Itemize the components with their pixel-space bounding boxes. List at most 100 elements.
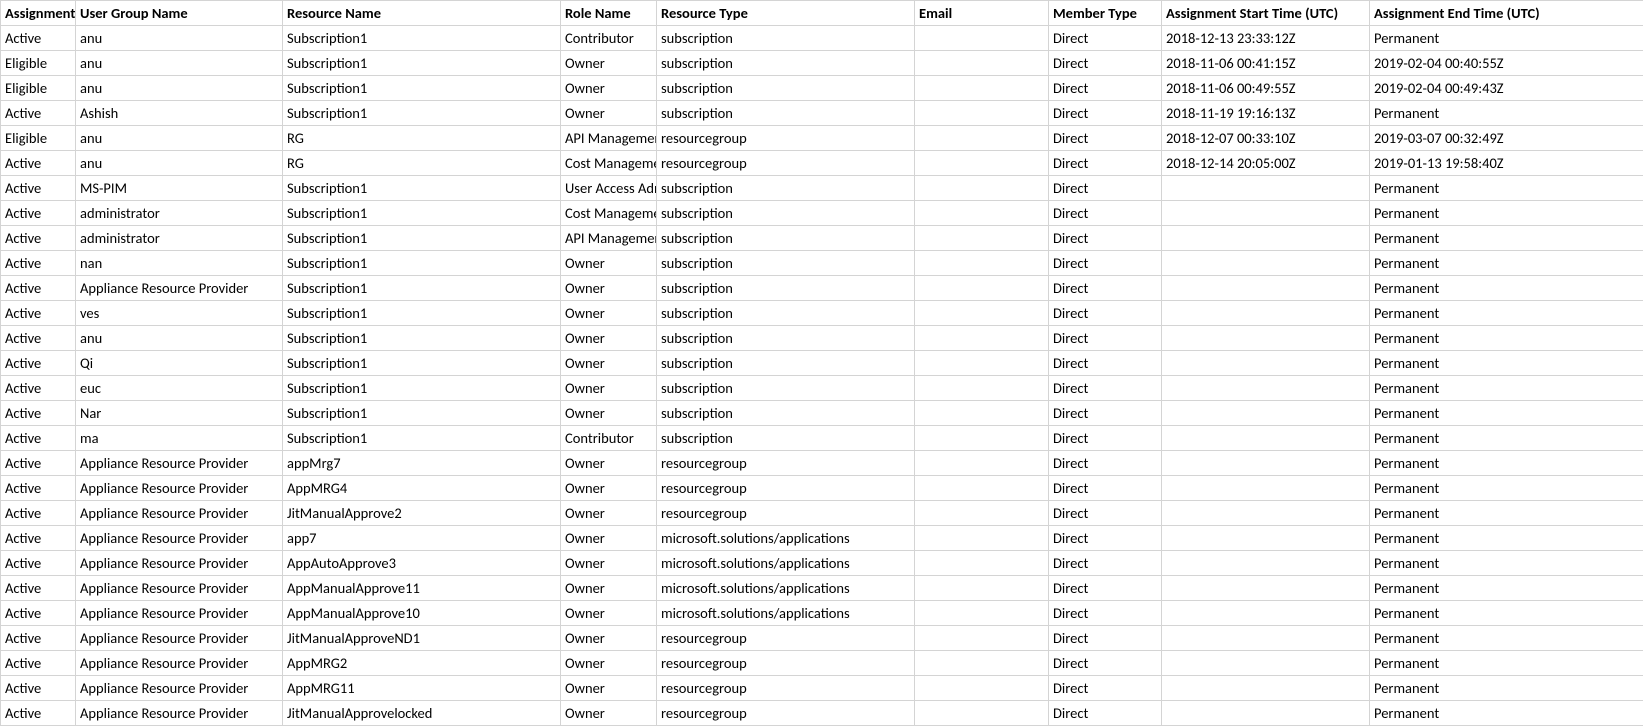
- cell-assignment[interactable]: Active: [1, 326, 76, 351]
- cell-resource-type[interactable]: subscription: [657, 251, 915, 276]
- cell-start-time[interactable]: [1162, 326, 1370, 351]
- col-resource-type[interactable]: Resource Type: [657, 1, 915, 26]
- cell-resource-type[interactable]: subscription: [657, 301, 915, 326]
- cell-end-time[interactable]: Permanent: [1370, 576, 1643, 601]
- cell-email[interactable]: [915, 201, 1049, 226]
- cell-email[interactable]: [915, 501, 1049, 526]
- cell-start-time[interactable]: [1162, 351, 1370, 376]
- table-row[interactable]: ActiveAppliance Resource ProviderAppMRG1…: [1, 676, 1643, 701]
- cell-role-name[interactable]: Owner: [561, 351, 657, 376]
- cell-resource-name[interactable]: Subscription1: [283, 401, 561, 426]
- cell-user-group-name[interactable]: Appliance Resource Provider: [76, 526, 283, 551]
- cell-end-time[interactable]: 2019-03-07 00:32:49Z: [1370, 126, 1643, 151]
- cell-assignment[interactable]: Active: [1, 251, 76, 276]
- cell-user-group-name[interactable]: Appliance Resource Provider: [76, 551, 283, 576]
- cell-end-time[interactable]: Permanent: [1370, 301, 1643, 326]
- table-row[interactable]: ActiveAppliance Resource ProviderSubscri…: [1, 276, 1643, 301]
- cell-end-time[interactable]: Permanent: [1370, 176, 1643, 201]
- cell-member-type[interactable]: Direct: [1049, 151, 1162, 176]
- cell-end-time[interactable]: Permanent: [1370, 276, 1643, 301]
- cell-start-time[interactable]: 2018-11-06 00:49:55Z: [1162, 76, 1370, 101]
- cell-start-time[interactable]: [1162, 401, 1370, 426]
- cell-role-name[interactable]: Contributor: [561, 426, 657, 451]
- cell-member-type[interactable]: Direct: [1049, 576, 1162, 601]
- cell-resource-name[interactable]: RG: [283, 126, 561, 151]
- cell-assignment[interactable]: Active: [1, 176, 76, 201]
- cell-resource-type[interactable]: resourcegroup: [657, 651, 915, 676]
- table-row[interactable]: ActiveanuRGCost ManagementresourcegroupD…: [1, 151, 1643, 176]
- cell-assignment[interactable]: Active: [1, 301, 76, 326]
- cell-role-name[interactable]: Owner: [561, 76, 657, 101]
- cell-member-type[interactable]: Direct: [1049, 401, 1162, 426]
- cell-assignment[interactable]: Active: [1, 426, 76, 451]
- cell-user-group-name[interactable]: anu: [76, 76, 283, 101]
- cell-member-type[interactable]: Direct: [1049, 101, 1162, 126]
- cell-assignment[interactable]: Eligible: [1, 76, 76, 101]
- cell-assignment[interactable]: Active: [1, 401, 76, 426]
- cell-end-time[interactable]: Permanent: [1370, 451, 1643, 476]
- table-row[interactable]: ActiveadministratorSubscription1API Mana…: [1, 226, 1643, 251]
- cell-user-group-name[interactable]: euc: [76, 376, 283, 401]
- table-row[interactable]: ActiveAppliance Resource Providerapp7Own…: [1, 526, 1643, 551]
- cell-resource-name[interactable]: Subscription1: [283, 176, 561, 201]
- col-user-group-name[interactable]: User Group Name: [76, 1, 283, 26]
- cell-user-group-name[interactable]: Appliance Resource Provider: [76, 476, 283, 501]
- cell-assignment[interactable]: Active: [1, 151, 76, 176]
- cell-role-name[interactable]: Owner: [561, 551, 657, 576]
- cell-email[interactable]: [915, 26, 1049, 51]
- cell-assignment[interactable]: Active: [1, 576, 76, 601]
- cell-resource-name[interactable]: AppAutoApprove3: [283, 551, 561, 576]
- cell-member-type[interactable]: Direct: [1049, 426, 1162, 451]
- cell-start-time[interactable]: [1162, 651, 1370, 676]
- table-row[interactable]: ActivemaSubscription1Contributorsubscrip…: [1, 426, 1643, 451]
- cell-role-name[interactable]: Owner: [561, 326, 657, 351]
- cell-resource-type[interactable]: subscription: [657, 426, 915, 451]
- cell-start-time[interactable]: [1162, 626, 1370, 651]
- cell-start-time[interactable]: [1162, 476, 1370, 501]
- cell-role-name[interactable]: Owner: [561, 51, 657, 76]
- cell-end-time[interactable]: Permanent: [1370, 501, 1643, 526]
- cell-assignment[interactable]: Active: [1, 501, 76, 526]
- cell-resource-type[interactable]: resourcegroup: [657, 701, 915, 726]
- cell-email[interactable]: [915, 651, 1049, 676]
- cell-user-group-name[interactable]: nan: [76, 251, 283, 276]
- cell-start-time[interactable]: [1162, 376, 1370, 401]
- cell-member-type[interactable]: Direct: [1049, 201, 1162, 226]
- cell-end-time[interactable]: 2019-01-13 19:58:40Z: [1370, 151, 1643, 176]
- cell-start-time[interactable]: 2018-12-14 20:05:00Z: [1162, 151, 1370, 176]
- cell-email[interactable]: [915, 276, 1049, 301]
- cell-user-group-name[interactable]: Ashish: [76, 101, 283, 126]
- cell-resource-name[interactable]: Subscription1: [283, 51, 561, 76]
- table-row[interactable]: EligibleanuSubscription1Ownersubscriptio…: [1, 51, 1643, 76]
- col-role-name[interactable]: Role Name: [561, 1, 657, 26]
- cell-email[interactable]: [915, 676, 1049, 701]
- cell-role-name[interactable]: API Management: [561, 126, 657, 151]
- cell-end-time[interactable]: Permanent: [1370, 701, 1643, 726]
- cell-end-time[interactable]: Permanent: [1370, 651, 1643, 676]
- cell-start-time[interactable]: [1162, 251, 1370, 276]
- cell-user-group-name[interactable]: Appliance Resource Provider: [76, 626, 283, 651]
- cell-resource-type[interactable]: subscription: [657, 76, 915, 101]
- col-resource-name[interactable]: Resource Name: [283, 1, 561, 26]
- cell-member-type[interactable]: Direct: [1049, 226, 1162, 251]
- table-row[interactable]: ActiveAppliance Resource ProviderAppMRG4…: [1, 476, 1643, 501]
- cell-resource-name[interactable]: appMrg7: [283, 451, 561, 476]
- cell-end-time[interactable]: Permanent: [1370, 476, 1643, 501]
- cell-resource-type[interactable]: microsoft.solutions/applications: [657, 601, 915, 626]
- table-row[interactable]: EligibleanuRGAPI Managementresourcegroup…: [1, 126, 1643, 151]
- cell-resource-type[interactable]: subscription: [657, 176, 915, 201]
- table-row[interactable]: ActiveAppliance Resource ProviderJitManu…: [1, 701, 1643, 726]
- cell-member-type[interactable]: Direct: [1049, 676, 1162, 701]
- cell-end-time[interactable]: Permanent: [1370, 101, 1643, 126]
- cell-assignment[interactable]: Active: [1, 701, 76, 726]
- cell-assignment[interactable]: Active: [1, 276, 76, 301]
- cell-resource-type[interactable]: resourcegroup: [657, 126, 915, 151]
- cell-user-group-name[interactable]: Appliance Resource Provider: [76, 501, 283, 526]
- cell-member-type[interactable]: Direct: [1049, 626, 1162, 651]
- cell-resource-type[interactable]: subscription: [657, 51, 915, 76]
- cell-assignment[interactable]: Active: [1, 601, 76, 626]
- cell-user-group-name[interactable]: ves: [76, 301, 283, 326]
- cell-start-time[interactable]: [1162, 676, 1370, 701]
- cell-resource-name[interactable]: Subscription1: [283, 251, 561, 276]
- cell-role-name[interactable]: Owner: [561, 376, 657, 401]
